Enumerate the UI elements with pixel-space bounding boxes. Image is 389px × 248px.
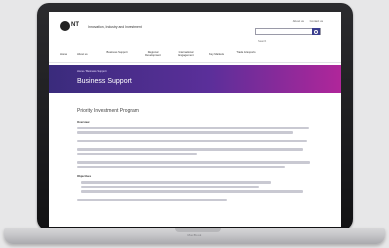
laptop-base: MacBook <box>4 228 385 244</box>
nav-item-business-support[interactable]: Business Support <box>105 51 129 54</box>
nav-item-key-markets[interactable]: Key Markets <box>209 53 224 56</box>
main-navigation: Home About us Business Support Regional … <box>49 47 341 63</box>
site-logo[interactable]: NT <box>60 20 84 34</box>
search-input[interactable] <box>256 39 314 44</box>
laptop-brand: MacBook <box>187 233 202 237</box>
nav-item-about[interactable]: About us <box>77 53 88 56</box>
page-title: Business Support <box>77 78 132 85</box>
nav-item-international-engagement[interactable]: International Engagement <box>173 51 199 57</box>
laptop-notch <box>175 228 221 232</box>
paragraph-line <box>77 139 307 143</box>
search-box[interactable] <box>255 28 321 44</box>
paragraph-line <box>77 131 293 134</box>
paragraph-line <box>77 198 227 202</box>
browser-screen: NT Innovation, Industry and Investment A… <box>49 12 341 227</box>
paragraph-line <box>77 161 310 164</box>
list-item-line <box>81 181 271 184</box>
search-button[interactable] <box>312 28 320 35</box>
page-hero: Home / Business Support Business Support <box>49 65 341 93</box>
main-content: Priority Investment Program Overview Obj… <box>77 108 317 203</box>
breadcrumb[interactable]: Home / Business Support <box>77 70 106 73</box>
paragraph-line <box>77 127 309 130</box>
nav-item-trade-exports[interactable]: Trade & Exports <box>236 51 256 54</box>
nav-item-home[interactable]: Home <box>60 53 67 56</box>
logo-text: NT <box>71 22 79 28</box>
section-heading-objectives: Objectives <box>77 174 92 179</box>
paragraph-line <box>77 165 285 169</box>
utility-link-about[interactable]: About us <box>293 19 304 23</box>
list-item-line <box>81 190 303 193</box>
section-heading-overview: Overview <box>77 120 90 124</box>
utility-links: About us Contact us <box>288 19 323 23</box>
paragraph-line <box>77 152 197 156</box>
utility-link-contact[interactable]: Contact us <box>310 19 323 23</box>
department-name: Innovation, Industry and Investment <box>88 25 142 29</box>
content-heading: Priority Investment Program <box>77 108 139 114</box>
nav-item-regional-development[interactable]: Regional Development <box>140 51 166 57</box>
paragraph-line <box>77 148 303 151</box>
logo-icon <box>60 21 70 31</box>
list-item-line <box>81 185 259 189</box>
site-header: NT Innovation, Industry and Investment A… <box>49 12 341 44</box>
stage: NT Innovation, Industry and Investment A… <box>0 0 389 248</box>
